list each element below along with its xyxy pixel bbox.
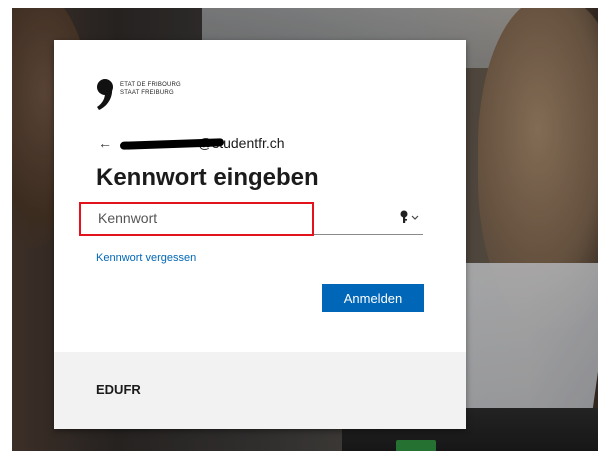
login-card: ETAT DE FRIBOURG STAAT FREIBURG ← @stude… xyxy=(54,40,466,429)
comma-logo-icon xyxy=(97,79,113,110)
footer-bar: EDUFR xyxy=(54,352,466,429)
account-email: @studentfr.ch xyxy=(116,135,285,151)
key-icon[interactable] xyxy=(399,210,421,224)
password-field xyxy=(96,202,423,235)
organization-logo: ETAT DE FRIBOURG STAAT FREIBURG xyxy=(96,79,216,111)
password-input[interactable] xyxy=(96,202,388,233)
sign-in-button[interactable]: Anmelden xyxy=(322,284,424,312)
logo-text-line2: STAAT FREIBURG xyxy=(120,90,174,96)
page-title: Kennwort eingeben xyxy=(96,164,319,191)
account-identity: ← @studentfr.ch xyxy=(98,134,285,152)
logo-text-line1: ETAT DE FRIBOURG xyxy=(120,82,181,88)
arrow-left-icon[interactable]: ← xyxy=(98,135,116,151)
footer-org-name: EDUFR xyxy=(96,382,141,397)
forgot-password-link[interactable]: Kennwort vergessen xyxy=(96,252,196,264)
